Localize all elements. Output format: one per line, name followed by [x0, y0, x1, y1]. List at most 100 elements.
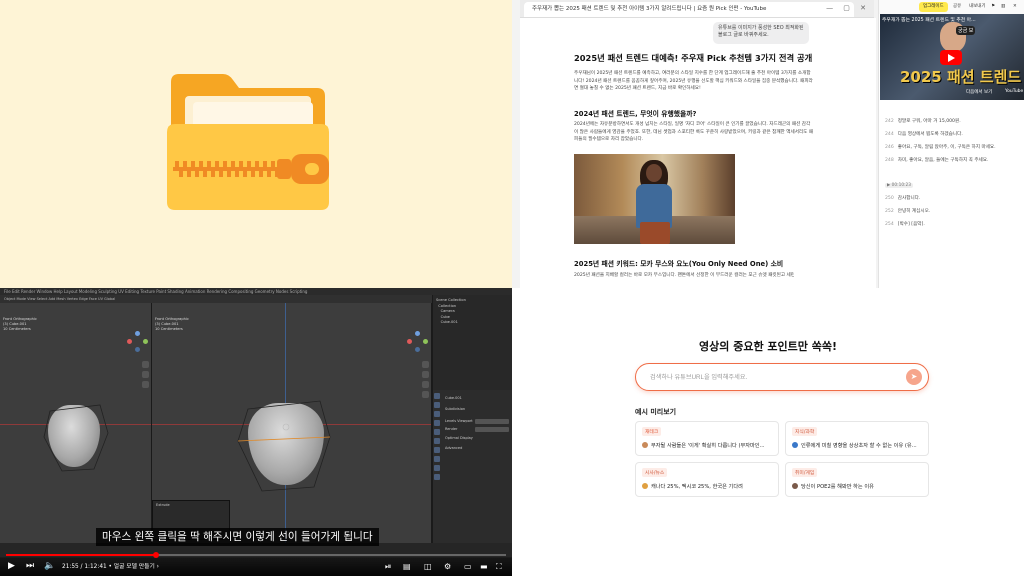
example-card[interactable]: 취미/게임 당신이 POE2를 해봐만 하는 이유: [785, 462, 929, 497]
example-card[interactable]: 시사/뉴스 캐나다 25%, 멕시코 25%, 한국은 기다려: [635, 462, 779, 497]
summary-landing: 영상의 중요한 포인트만 쏙쏙! ➤ 예시 미리보기 재테크 부자될 사람들은 …: [512, 288, 1024, 576]
blog-document: 유튜브를 이미지가 풍성한 SEO 최적화된 블로그 글로 바꿔주세요. 202…: [520, 18, 876, 288]
nav-gizmo-icon[interactable]: [127, 331, 149, 353]
examples-label: 예시 미리보기: [635, 408, 677, 416]
close-icon[interactable]: ✕: [1013, 2, 1017, 12]
captions-icon[interactable]: ◫: [424, 561, 432, 572]
card-title: 캐나다 25%, 멕시코 25%, 한국은 기다려: [642, 483, 776, 490]
prop-row[interactable]: Advanced: [445, 446, 462, 450]
landing-title: 영상의 중요한 포인트만 쏙쏙!: [699, 340, 837, 353]
channel-avatar-icon: [792, 483, 798, 489]
browser-tabbar: 주우재가 뽑는 2025 패션 트렌드 및 추천 아이템 3가지 알려드립니다 …: [520, 0, 874, 18]
prop-row: Levels Viewport: [445, 419, 473, 423]
properties-panel[interactable]: Cube.001 Subdivision Levels Viewport Ren…: [432, 390, 512, 543]
render-field[interactable]: [475, 427, 509, 432]
youtube-embed[interactable]: 주우재가 뽑는 2025 패션 트렌드 및 추천 아... 궁금 보 2025 …: [880, 14, 1024, 100]
video-subtitle: 마우스 왼쪽 클릭을 딱 해주시면 이렇게 선이 들어가게 됩니다: [96, 528, 379, 546]
prop-row: Cube.001: [445, 396, 462, 400]
blog-title: 2025년 패션 트렌드 대예측! 주우재 Pick 추천템 3가지 전격 공개: [574, 53, 813, 63]
section-heading-2025: 2025년 패션 키워드: 모카 무스와 요노(You Only Need On…: [574, 260, 784, 268]
timestamp-tag[interactable]: ▶ 00:10:23: [885, 183, 913, 188]
outliner-panel[interactable]: Scene Collection Collection Camera Cube …: [432, 295, 512, 390]
properties-tabs[interactable]: [434, 393, 441, 483]
blender-menubar[interactable]: File Edit Render Window Help Layout Mode…: [0, 288, 512, 295]
upgrade-button[interactable]: 업그레이드: [919, 2, 948, 12]
url-search-input[interactable]: [650, 370, 890, 384]
channel-avatar-icon: [792, 442, 798, 448]
subtitles-icon[interactable]: ▤: [403, 561, 411, 572]
viewport-tools[interactable]: [142, 361, 150, 391]
prop-row: Render: [445, 427, 458, 431]
autoplay-icon[interactable]: ⏯: [385, 561, 391, 572]
cage-wireframe: [43, 404, 109, 472]
blender-video-player[interactable]: File Edit Render Window Help Layout Mode…: [0, 288, 512, 576]
panel-icon[interactable]: ▥: [1001, 2, 1005, 12]
redo-title: Extrude: [156, 503, 170, 507]
settings-icon[interactable]: ⚙: [444, 561, 451, 572]
prop-row[interactable]: Optimal Display: [445, 436, 473, 440]
prop-row[interactable]: Subdivision: [445, 407, 465, 411]
zip-folder-panel: [0, 0, 512, 288]
card-title: 당신이 POE2를 해봐만 하는 이유: [792, 483, 926, 490]
channel-avatar-icon: [642, 442, 648, 448]
zip-folder-icon: [167, 74, 329, 210]
blog-intro: 주우재님이 2025년 패션 트렌드를 예측하고, 여러분의 스타일 지수를 한…: [574, 71, 813, 92]
category-tag: 취미/게임: [792, 468, 818, 477]
video-progress-bar[interactable]: [6, 552, 506, 558]
channel-avatar-icon: [642, 483, 648, 489]
blog-editor-window: 주우재가 뽑는 2025 패션 트렌드 및 추천 아이템 3가지 알려드립니다 …: [512, 0, 1024, 288]
export-button[interactable]: 내보내기: [969, 2, 986, 12]
transcript-line[interactable]: 244 다음 영상에서 뵙도록 하겠습니다.: [885, 131, 1021, 138]
transcript-line[interactable]: 246 좋아요, 구독, 알림 앉아주, 이, 구독은 하지 마세요.: [885, 144, 1021, 151]
transcript-line[interactable]: 242 정말로 구워, 아마 거 15,000원.: [885, 118, 1021, 125]
viewport-info: Front Orthographic (3) Cube.001 10 Centi…: [3, 317, 37, 331]
top-actions: 업그레이드 공유 내보내기 ⚑ ▥ ✕: [879, 0, 1024, 14]
thumb-caption: 궁금 보: [956, 26, 976, 35]
viewport-tools[interactable]: [422, 361, 430, 401]
card-title: 부자될 사람들은 '이게' 확실히 다릅니다 (부자마인...: [642, 442, 776, 449]
miniplayer-icon[interactable]: ▭: [464, 561, 472, 572]
search-bar[interactable]: ➤: [635, 363, 929, 391]
levels-field[interactable]: [475, 419, 509, 424]
viewport-info: Front Orthographic (3) Cube.001 10 Centi…: [155, 317, 189, 331]
viewport-header[interactable]: Object Mode View Select Add Mesh Vertex …: [0, 295, 432, 303]
watch-on-link[interactable]: 다음에서 보기: [966, 89, 992, 95]
nav-gizmo-icon[interactable]: [407, 331, 429, 353]
next-icon[interactable]: ⏭: [26, 561, 34, 572]
play-icon[interactable]: ▶: [8, 561, 15, 572]
pin-icon[interactable]: ⚑: [991, 2, 995, 12]
viewport-left[interactable]: Front Orthographic (3) Cube.001 10 Centi…: [0, 303, 152, 543]
play-icon[interactable]: [940, 50, 962, 65]
example-card[interactable]: 재테크 부자될 사람들은 '이게' 확실히 다릅니다 (부자마인...: [635, 421, 779, 456]
volume-icon[interactable]: 🔈: [44, 561, 55, 572]
window-controls-icon[interactable]: — ▢ ✕: [826, 4, 870, 12]
transcript-line[interactable]: 254 [박수] [음악].: [885, 221, 1021, 228]
section-text-2024: 2024년에는 자유분방하면서도 개성 넘치는 스타일, 일명 '자디 코어' …: [574, 122, 814, 143]
category-tag: 지식/과학: [792, 427, 818, 436]
video-controls: ▶ ⏭ 🔈 21:55 / 1:12:41 • 얼굴 모델 만들기 › ⏯ ▤ …: [0, 558, 512, 576]
section-heading-2024: 2024년 패션 트렌드, 무엇이 유행했을까?: [574, 110, 697, 118]
video-time[interactable]: 21:55 / 1:12:41 • 얼굴 모델 만들기 ›: [62, 562, 159, 572]
progress-fill: [6, 554, 156, 556]
youtube-logo: YouTube: [1005, 89, 1024, 94]
cage-wireframe: [237, 400, 331, 492]
thumb-headline: 2025 패션 트렌드: [900, 68, 1022, 86]
category-tag: 시사/뉴스: [642, 468, 668, 477]
transcript-list-b: 250 감사합니다. 252 안녕히 계십시오. 254 [박수] [음악].: [885, 195, 1021, 228]
browser-tab[interactable]: 주우재가 뽑는 2025 패션 트렌드 및 추천 아이템 3가지 알려드립니다 …: [524, 2, 854, 17]
transcript-list-a: 242 정말로 구워, 아마 거 15,000원. 244 다음 영상에서 뵙도록 …: [885, 118, 1021, 164]
share-button[interactable]: 공유: [953, 2, 961, 12]
transcript-line[interactable]: 248 차미, 좋아요, 알음, 들에는 구독하지 꼭 주세요.: [885, 157, 1021, 164]
submit-arrow-icon[interactable]: ➤: [906, 369, 922, 385]
theater-icon[interactable]: ▬: [480, 561, 488, 572]
category-tag: 재테크: [642, 427, 662, 436]
video-title: 주우재가 뽑는 2025 패션 트렌드 및 추천 아...: [882, 18, 976, 23]
transcript-line[interactable]: 250 감사합니다.: [885, 195, 1021, 202]
section-text-2025: 2025년 패션을 지배할 컬러는 바로 모카 무스입니다. 팬톤에서 선정한 …: [574, 273, 794, 278]
fashion-photo: [574, 154, 735, 244]
prompt-bubble: 유튜브를 이미지가 풍성한 SEO 최적화된 블로그 글로 바꿔주세요.: [713, 22, 809, 44]
fullscreen-icon[interactable]: ⛶: [496, 561, 502, 572]
transcript-line[interactable]: 252 안녕히 계십시오.: [885, 208, 1021, 215]
example-card[interactable]: 지식/과학 인류에게 미칠 영향을 상상초자 할 수 없는 이유 (유...: [785, 421, 929, 456]
card-title: 인류에게 미칠 영향을 상상초자 할 수 없는 이유 (유...: [792, 442, 926, 449]
